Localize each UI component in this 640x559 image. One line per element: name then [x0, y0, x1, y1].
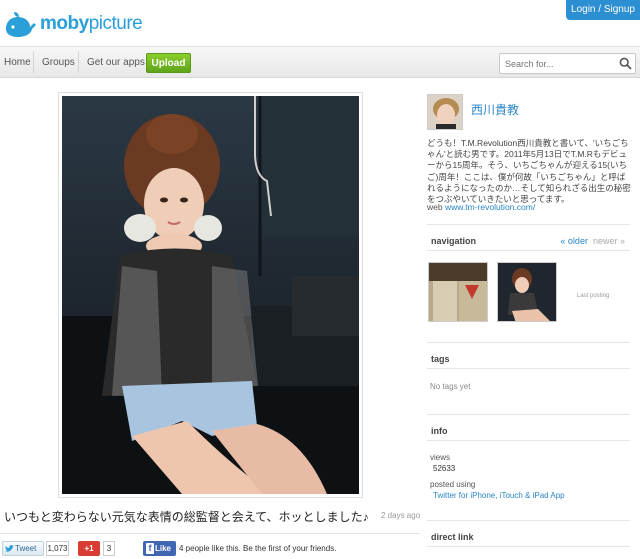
user-website: web www.tm-revolution.com/: [427, 202, 535, 212]
like-label: Like: [155, 544, 172, 553]
nav-get-our-apps[interactable]: Get our apps: [87, 47, 145, 78]
google-plus-count: 3: [103, 541, 115, 556]
tags-title: tags: [431, 354, 450, 364]
navigation-title: navigation: [431, 236, 477, 246]
section-divider: [427, 250, 630, 251]
nav-divider: [78, 51, 79, 73]
whale-logo-icon: [6, 12, 36, 37]
main-photo[interactable]: [62, 96, 359, 494]
facebook-icon: f: [146, 543, 154, 554]
info-title: info: [431, 426, 448, 436]
share-divider: [0, 533, 420, 534]
photo-illustration: [62, 96, 359, 494]
older-newer-nav: « older newer »: [560, 236, 625, 246]
nav-home[interactable]: Home: [4, 47, 31, 78]
search-input[interactable]: [505, 56, 615, 71]
no-tags-text: No tags yet: [430, 382, 471, 391]
older-link[interactable]: « older: [560, 236, 588, 246]
facebook-like-button[interactable]: f Like: [143, 541, 176, 556]
site-header: mobypicture Login / Signup: [0, 0, 640, 46]
main-nav: Home Groups Get our apps Upload: [0, 46, 640, 78]
search-icon[interactable]: [619, 57, 632, 70]
tweet-count: 1,073: [46, 541, 69, 556]
search-box: [499, 53, 636, 74]
section-divider: [427, 368, 630, 369]
logo-wordmark: mobypicture: [40, 13, 143, 34]
current-photo-thumbnail[interactable]: [497, 262, 557, 322]
section-divider: [427, 546, 630, 547]
section-divider: [427, 440, 630, 441]
thumbnail-image: [498, 263, 556, 321]
user-name-link[interactable]: 西川貴教: [471, 101, 519, 118]
newer-link[interactable]: newer »: [593, 236, 625, 246]
user-avatar[interactable]: [427, 94, 463, 130]
section-divider: [427, 520, 630, 521]
upload-button[interactable]: Upload: [146, 53, 191, 73]
thumbnail-image: [429, 263, 487, 321]
login-signup-button[interactable]: Login / Signup: [566, 0, 640, 20]
views-count: 52633: [433, 464, 456, 473]
older-photo-thumbnail[interactable]: [428, 262, 488, 322]
user-bio: どうも！T.M.Revolution西川貴教と書いて、'いちごちゃん'と読む男で…: [427, 138, 631, 205]
photo-frame: [58, 92, 363, 498]
nav-groups[interactable]: Groups: [42, 47, 75, 78]
last-posting-label: Last posting: [577, 293, 610, 299]
section-divider: [427, 224, 630, 225]
tweet-button[interactable]: Tweet: [2, 541, 44, 556]
views-label: views: [430, 453, 451, 462]
website-link[interactable]: www.tm-revolution.com/: [445, 202, 535, 212]
direct-link-title: direct link: [431, 532, 474, 542]
section-divider: [427, 342, 630, 343]
section-divider: [427, 414, 630, 415]
posted-using-app-link[interactable]: Twitter for iPhone, iTouch & iPad App: [433, 491, 565, 500]
web-label: web: [427, 202, 443, 212]
photo-caption: いつもと変わらない元気な表情の総監督と会えて、ホッとしました♪: [4, 510, 369, 524]
posted-using-label: posted using: [430, 480, 476, 489]
tweet-label: Tweet: [15, 544, 37, 553]
google-plus-button[interactable]: +1: [78, 541, 100, 556]
twitter-bird-icon: [5, 545, 14, 552]
avatar-image: [428, 95, 462, 129]
nav-divider: [33, 51, 34, 73]
like-summary: 4 people like this. Be the first of your…: [179, 544, 337, 553]
mobypicture-logo[interactable]: mobypicture: [3, 6, 143, 42]
photo-timestamp: 2 days ago: [381, 511, 421, 520]
